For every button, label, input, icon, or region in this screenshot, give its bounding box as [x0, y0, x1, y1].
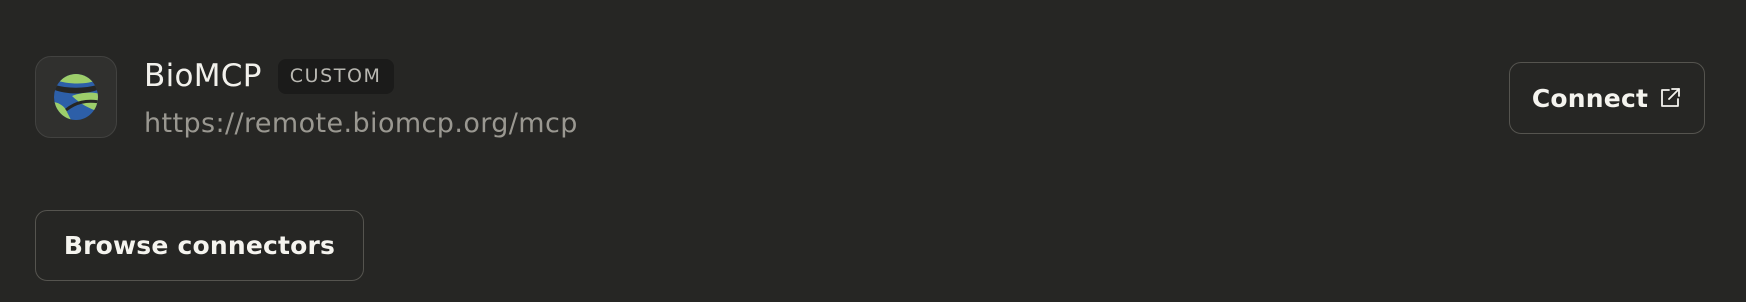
browse-connectors-label: Browse connectors	[63, 231, 336, 260]
browse-connectors-button[interactable]: Browse connectors	[35, 210, 364, 281]
connect-button-label: Connect	[1531, 83, 1649, 113]
custom-badge: CUSTOM	[277, 58, 394, 94]
connector-url: https://remote.biomcp.org/mcp	[144, 108, 578, 139]
connector-info: BioMCP CUSTOM https://remote.biomcp.org/…	[144, 55, 578, 137]
biomcp-logo-icon	[54, 74, 98, 120]
connector-name: BioMCP	[144, 57, 262, 94]
connector-title-line: BioMCP CUSTOM	[144, 55, 578, 97]
connector-settings-panel: BioMCP CUSTOM https://remote.biomcp.org/…	[0, 0, 1746, 302]
connect-button[interactable]: Connect	[1509, 62, 1705, 134]
connector-row: BioMCP CUSTOM https://remote.biomcp.org/…	[35, 55, 1706, 140]
connector-logo	[35, 56, 117, 138]
external-link-icon	[1661, 88, 1681, 107]
